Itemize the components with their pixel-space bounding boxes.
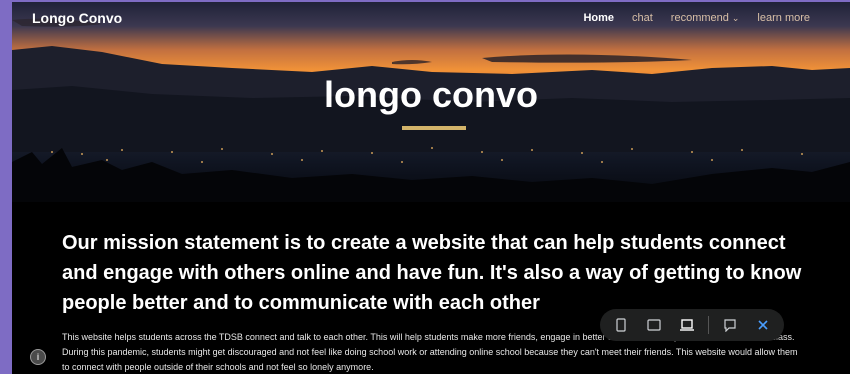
title-underline	[402, 126, 466, 130]
hero-title: longo convo	[324, 74, 538, 115]
preview-toolbar	[600, 309, 784, 341]
close-icon[interactable]	[751, 313, 775, 337]
tablet-icon[interactable]	[642, 313, 666, 337]
info-icon[interactable]: i	[30, 349, 46, 365]
feedback-icon[interactable]	[718, 313, 742, 337]
site-brand[interactable]: Longo Convo	[32, 10, 122, 26]
laptop-icon[interactable]	[675, 313, 699, 337]
hero-banner: Longo Convo Home chat recommend ⌄ learn m…	[12, 2, 850, 202]
mission-section: Our mission statement is to create a web…	[12, 202, 850, 374]
phone-icon[interactable]	[609, 313, 633, 337]
mission-statement: Our mission statement is to create a web…	[62, 232, 802, 314]
toolbar-divider	[708, 316, 709, 334]
top-nav: Home chat recommend ⌄ learn more	[583, 12, 840, 24]
search-icon[interactable]	[828, 12, 840, 24]
